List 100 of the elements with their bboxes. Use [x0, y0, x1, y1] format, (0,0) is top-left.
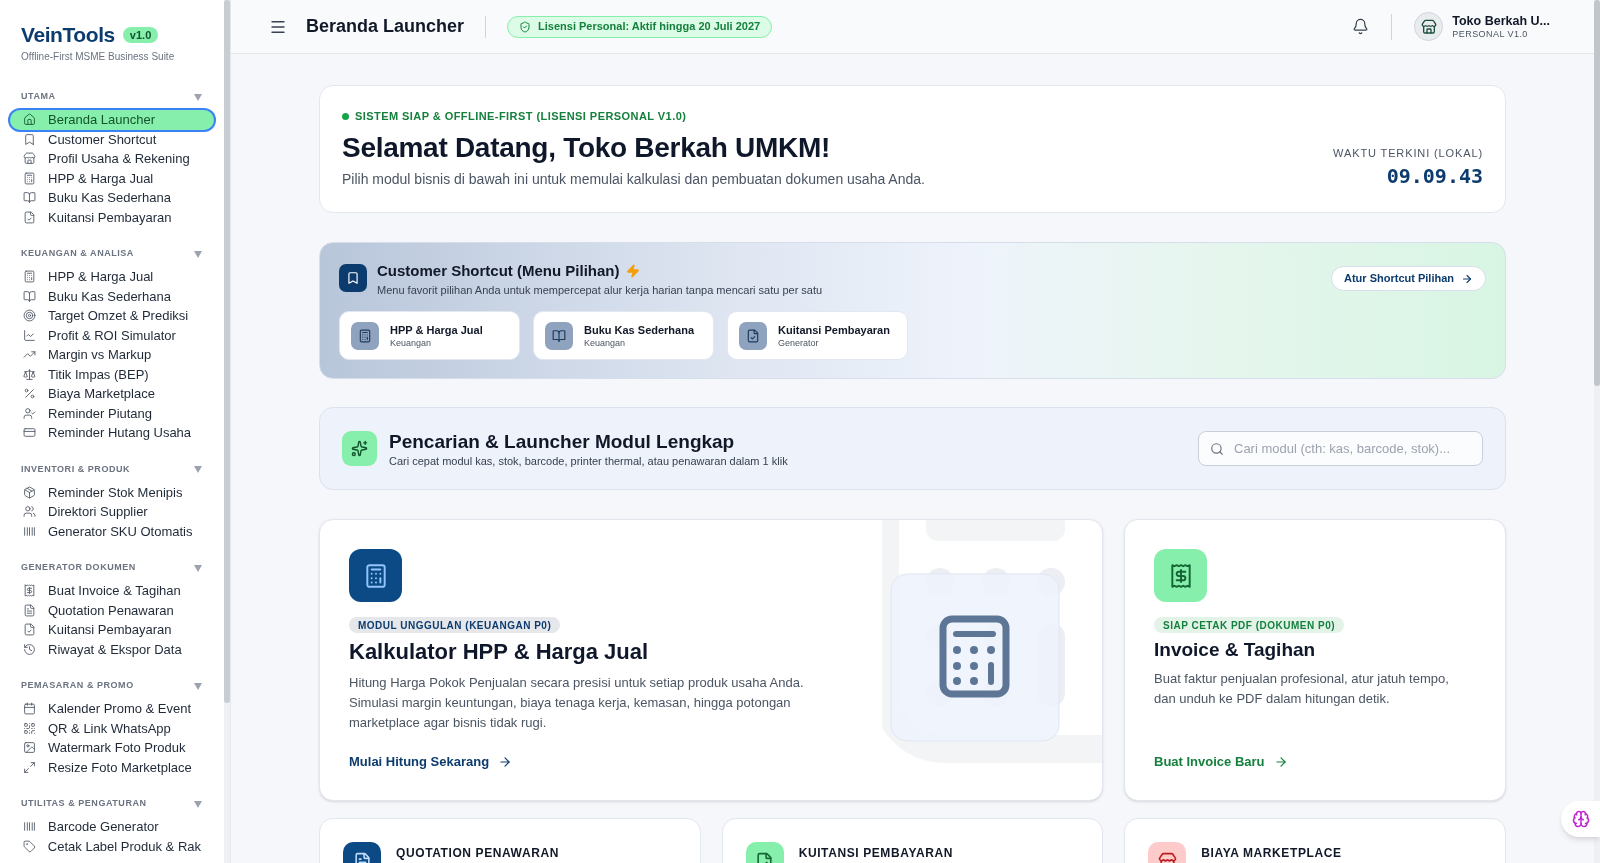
- sidebar-item[interactable]: QR & Link WhatsApp: [10, 718, 215, 738]
- barcode-icon: [23, 820, 36, 834]
- bookmark-icon: [23, 132, 36, 146]
- sidebar-item[interactable]: Cetak Label Produk & Rak: [10, 836, 215, 856]
- target-icon: [23, 309, 36, 323]
- module-link[interactable]: Mulai Hitung Sekarang: [349, 753, 513, 771]
- module-badge: MODUL UNGGULAN (KEUANGAN P0): [349, 617, 561, 633]
- store-icon: [23, 152, 36, 166]
- sidebar-item[interactable]: Riwayat & Ekspor Data: [10, 639, 215, 659]
- brand-tagline: Offline-First MSME Business Suite: [20, 51, 175, 63]
- calendar-icon: [23, 702, 36, 716]
- sidebar-item[interactable]: Reminder Piutang: [10, 403, 215, 423]
- section-header[interactable]: UTILITAS & PENGATURAN: [10, 798, 215, 810]
- sidebar-item[interactable]: Kalender Promo & Event: [10, 699, 215, 719]
- sidebar-item[interactable]: Biaya Marketplace: [10, 384, 215, 404]
- shortcut-tile-title: HPP & Harga Jual: [390, 322, 483, 337]
- module-title: Invoice & Tagihan: [1154, 638, 1316, 662]
- search-subtitle: Cari cepat modul kas, stok, barcode, printer thermal, atau penawaran dalam 1 klik: [389, 453, 788, 468]
- shortcut-tile-category: Generator: [778, 336, 820, 349]
- users-icon: [23, 505, 36, 519]
- shortcut-tile[interactable]: HPP & Harga Jual Keuangan: [339, 311, 520, 360]
- book-icon: [23, 289, 36, 303]
- sidebar-item[interactable]: Customer Shortcut: [10, 129, 215, 149]
- sidebar-item[interactable]: Generator SKU Otomatis: [10, 521, 215, 541]
- receipt-icon: [1154, 549, 1207, 602]
- sidebar-item[interactable]: Quotation Penawaran: [10, 600, 215, 620]
- sidebar-item[interactable]: Barcode Generator: [10, 817, 215, 837]
- card-icon: [23, 426, 36, 440]
- module-title: KUITANSI PEMBAYARAN: [798, 846, 953, 860]
- sidebar-item[interactable]: Kuitansi Pembayaran: [10, 207, 215, 227]
- sidebar-item[interactable]: Reminder Hutang Usaha: [10, 423, 215, 443]
- sidebar-item[interactable]: Buku Kas Sederhana: [10, 286, 215, 306]
- image-icon: [23, 741, 36, 755]
- file-check-icon: [23, 210, 36, 224]
- section-header[interactable]: GENERATOR DOKUMEN: [10, 562, 215, 574]
- license-badge: Lisensi Personal: Aktif hingga 20 Juli 2027: [507, 15, 773, 38]
- sidebar-item[interactable]: HPP & Harga Jual: [10, 168, 215, 188]
- shortcut-tile-category: Keuangan: [584, 336, 627, 349]
- sidebar-item[interactable]: Margin vs Markup: [10, 345, 215, 365]
- section-header[interactable]: PEMASARAN & PROMO: [10, 680, 215, 692]
- sidebar-item[interactable]: Kuitansi Pembayaran: [10, 620, 215, 640]
- calculator-icon: [23, 171, 36, 185]
- brand-logo: VeinTools: [21, 22, 115, 49]
- assistant-button[interactable]: [1561, 801, 1600, 837]
- status-label: SISTEM SIAP & OFFLINE-FIRST (LISENSI PERSONAL V1.0): [355, 109, 687, 123]
- shortcut-tile-title: Kuitansi Pembayaran: [778, 322, 890, 337]
- book-icon: [23, 191, 36, 205]
- search-icon: [1210, 441, 1224, 456]
- barcode-icon: [23, 524, 36, 538]
- sparkles-icon: [342, 431, 377, 466]
- module-description: Hitung Harga Pokok Penjualan secara presisi untuk setiap produk usaha Anda. Simulasi margin keuntungan, biaya tenaga kerja, kemasan, hingga potongan marketplace agar bisnis tidak rugi.: [349, 674, 805, 732]
- file-check-icon: [739, 321, 767, 350]
- sidebar-item[interactable]: Resize Foto Marketplace: [10, 757, 215, 777]
- sidebar-item[interactable]: Titik Impas (BEP): [10, 364, 215, 384]
- scrollbar[interactable]: [1594, 0, 1600, 863]
- receipt-icon: [23, 584, 36, 598]
- sidebar-item[interactable]: Beranda Launcher: [10, 110, 215, 130]
- manage-shortcut-button[interactable]: Atur Shortcut Pilihan: [1331, 266, 1486, 291]
- sidebar-item[interactable]: Profit & ROI Simulator: [10, 325, 215, 345]
- search-title: Pencarian & Launcher Modul Lengkap: [389, 429, 736, 453]
- module-title: Kalkulator HPP & Harga Jual: [349, 638, 649, 666]
- section-header[interactable]: KEUANGAN & ANALISA: [10, 248, 215, 260]
- module-description: Buat faktur penjualan profesional, atur jatuh tempo, dan unduh ke PDF dalam hitungan detik.: [1154, 670, 1450, 708]
- document-icon: [23, 603, 36, 617]
- page-title: Beranda Launcher: [306, 15, 465, 38]
- sidebar-item[interactable]: Buat Invoice & Tagihan: [10, 581, 215, 601]
- sidebar-item[interactable]: Buku Kas Sederhana: [10, 188, 215, 208]
- user-plan: PERSONAL V1.0: [1452, 28, 1529, 40]
- history-icon: [23, 642, 36, 656]
- bookmark-icon: [339, 264, 367, 292]
- arrow-right-icon: [1461, 272, 1473, 285]
- sidebar-item[interactable]: Target Omzet & Prediksi: [10, 306, 215, 326]
- version-badge: v1.0: [122, 27, 159, 43]
- module-badge: SIAP CETAK PDF (DOKUMEN P0): [1154, 617, 1345, 633]
- sidebar-item[interactable]: Reminder Stok Menipis: [10, 482, 215, 502]
- shortcut-title: Customer Shortcut (Menu Pilihan): [377, 262, 620, 280]
- shortcut-tile[interactable]: Buku Kas Sederhana Keuangan: [533, 311, 714, 360]
- sidebar-item[interactable]: Profil Usaha & Rekening: [10, 149, 215, 169]
- sidebar-item[interactable]: Watermark Foto Produk: [10, 738, 215, 758]
- user-check-icon: [23, 406, 36, 420]
- sidebar-item[interactable]: HPP & Harga Jual: [10, 267, 215, 287]
- calculator-icon: [351, 321, 379, 350]
- resize-icon: [23, 760, 36, 774]
- clock-time: 09.09.43: [1386, 164, 1483, 188]
- shortcut-tile[interactable]: Kuitansi Pembayaran Generator: [727, 311, 908, 360]
- qr-code-icon: [23, 721, 36, 735]
- search-field[interactable]: Cari modul (cth: kas, barcode, stok)...: [1198, 431, 1483, 466]
- book-icon: [545, 321, 573, 350]
- user-name: Toko Berkah U...: [1452, 13, 1550, 29]
- shortcut-subtitle: Menu favorit pilihan Anda untuk mempercepat alur kerja harian tanpa mencari satu per satu: [377, 283, 823, 297]
- welcome-title: Selamat Datang, Toko Berkah UMKM!: [342, 131, 831, 165]
- store-avatar-icon[interactable]: [1414, 12, 1444, 41]
- section-header[interactable]: UTAMA: [10, 91, 215, 103]
- scrollbar[interactable]: [224, 0, 230, 863]
- bell-icon[interactable]: [1352, 17, 1370, 36]
- clock-label: WAKTU TERKINI (LOKAL): [1333, 146, 1483, 160]
- sidebar-item[interactable]: Direktori Supplier: [10, 502, 215, 522]
- module-link[interactable]: Buat Invoice Baru: [1154, 753, 1288, 771]
- scale-icon: [23, 367, 36, 381]
- section-header[interactable]: INVENTORI & PRODUK: [10, 463, 215, 476]
